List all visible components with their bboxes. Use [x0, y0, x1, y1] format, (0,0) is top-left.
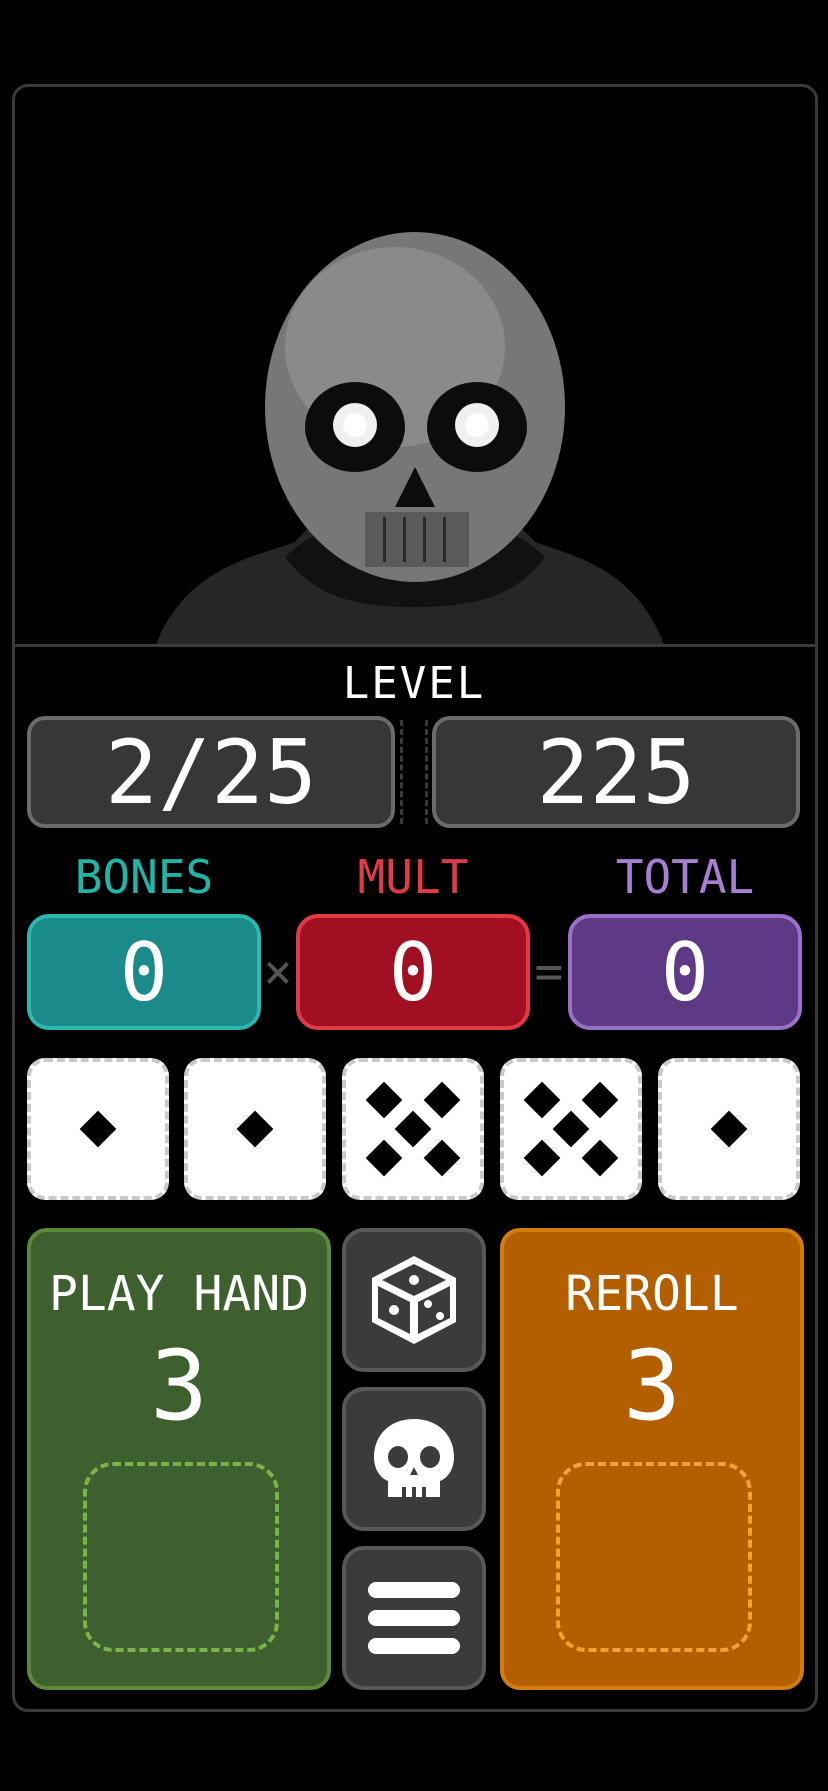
die-3[interactable] [342, 1058, 484, 1200]
die-4[interactable] [500, 1058, 642, 1200]
die-pip [710, 1110, 748, 1148]
level-progress: 2/25 [27, 716, 395, 828]
die-pip [394, 1110, 432, 1148]
die-pip [523, 1140, 560, 1177]
mult-label: MULT [357, 850, 469, 904]
reroll-count: 3 [623, 1330, 681, 1442]
play-hand-label: PLAY HAND [48, 1266, 310, 1322]
die-pip [424, 1140, 461, 1177]
level-connector [400, 720, 428, 824]
bones-value: 0 [27, 914, 261, 1030]
play-hand-button[interactable]: PLAY HAND 3 [27, 1228, 331, 1690]
die-5[interactable] [658, 1058, 800, 1200]
die-pip [582, 1081, 619, 1118]
die-2[interactable] [184, 1058, 326, 1200]
die-pip [79, 1110, 117, 1148]
skeleton-portrait [15, 87, 815, 647]
total-value: 0 [568, 914, 802, 1030]
level-label: LEVEL [342, 658, 486, 709]
dice-info-button[interactable] [342, 1228, 486, 1372]
level-target: 225 [432, 716, 800, 828]
dice-icon [372, 1256, 456, 1344]
equals-icon: = [534, 944, 564, 1000]
play-hand-count: 3 [150, 1330, 208, 1442]
menu-icon [368, 1582, 460, 1654]
die-1[interactable] [27, 1058, 169, 1200]
die-pip [236, 1110, 274, 1148]
skull-icon [374, 1419, 454, 1497]
bones-label: BONES [74, 850, 214, 904]
die-pip [523, 1081, 560, 1118]
die-pip [365, 1140, 402, 1177]
play-hand-slot [83, 1462, 279, 1652]
total-label: TOTAL [615, 850, 755, 904]
menu-button[interactable] [342, 1546, 486, 1690]
reroll-slot [556, 1462, 752, 1652]
times-icon: × [263, 944, 293, 1000]
reroll-button[interactable]: REROLL 3 [500, 1228, 804, 1690]
die-pip [582, 1140, 619, 1177]
die-pip [365, 1081, 402, 1118]
die-pip [552, 1110, 590, 1148]
skull-button[interactable] [342, 1387, 486, 1531]
mult-value: 0 [296, 914, 530, 1030]
reroll-label: REROLL [565, 1266, 739, 1322]
die-pip [424, 1081, 461, 1118]
